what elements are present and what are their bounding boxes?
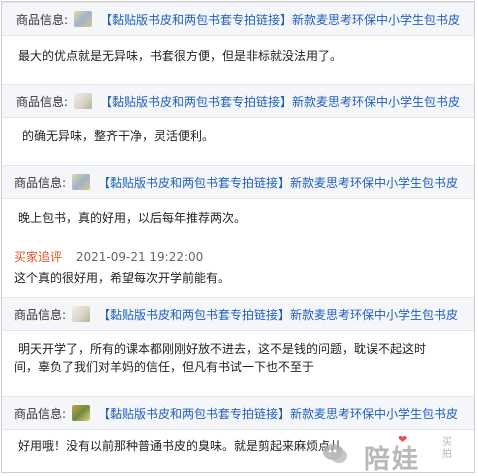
product-info-label: 商品信息: bbox=[14, 406, 67, 421]
followup-header: 买家追评 2021-09-21 19:22:00 bbox=[14, 248, 203, 265]
chat-bubble-icon bbox=[323, 444, 347, 463]
product-thumbnail-image[interactable] bbox=[74, 93, 93, 109]
product-info-bar: 商品信息: 【黏贴版书皮和两包书套专拍链接】新款麦思考环保中小学生包书皮 bbox=[2, 2, 474, 36]
review-text: 晚上包书，真的好用，以后每年推荐两次。 bbox=[18, 211, 247, 225]
product-link[interactable]: 【黏贴版书皮和两包书套专拍链接】新款麦思考环保中小学生包书皮 bbox=[100, 11, 460, 28]
product-info-label: 商品信息: bbox=[14, 307, 67, 322]
followup-text: 这个真的很好用，希望每次开学前能有。 bbox=[14, 271, 231, 285]
review-text: 最大的优点就是无异味，书套很方便，但是非标就没法用了。 bbox=[18, 49, 343, 63]
watermark-side-text: 买拍 bbox=[442, 437, 452, 460]
product-info-bar: 商品信息: 【黏贴版书皮和两包书套专拍链接】新款麦思考环保中小学生包书皮 bbox=[2, 396, 474, 430]
product-thumbnail-image[interactable] bbox=[72, 306, 91, 322]
watermark-brand: 陪娃 bbox=[364, 445, 421, 475]
product-link[interactable]: 【黏贴版书皮和两包书套专拍链接】新款麦思考环保中小学生包书皮 bbox=[98, 174, 458, 191]
watermark-logo: ❤ 陪娃 买拍 bbox=[314, 433, 474, 475]
product-link[interactable]: 【黏贴版书皮和两包书套专拍链接】新款麦思考环保中小学生包书皮 bbox=[98, 405, 458, 422]
product-info-bar: 商品信息: 【黏贴版书皮和两包书套专拍链接】新款麦思考环保中小学生包书皮 bbox=[2, 84, 474, 118]
product-thumbnail-image[interactable] bbox=[74, 11, 93, 27]
review-text-line-1: 明天开学了，所有的课本都刚刚好放不进去，这不是钱的问题，耽误不起这时 bbox=[18, 342, 427, 356]
product-info-label: 商品信息: bbox=[16, 12, 69, 27]
followup-label: 买家追评 bbox=[14, 250, 63, 264]
product-info-bar: 商品信息: 【黏贴版书皮和两包书套专拍链接】新款麦思考环保中小学生包书皮 bbox=[2, 165, 474, 199]
product-thumbnail-image[interactable] bbox=[72, 174, 91, 190]
product-info-bar: 商品信息: 【黏贴版书皮和两包书套专拍链接】新款麦思考环保中小学生包书皮 bbox=[2, 297, 474, 331]
review-text: 的确无异味，整齐干净，灵活便利。 bbox=[22, 129, 215, 143]
product-info-label: 商品信息: bbox=[14, 175, 67, 190]
review-text-line-2: 间，辜负了我们对羊妈的信任，但凡有书试一下也不至于 bbox=[14, 360, 315, 374]
product-thumbnail-image[interactable] bbox=[72, 405, 91, 421]
product-info-label: 商品信息: bbox=[16, 94, 69, 109]
product-link[interactable]: 【黏贴版书皮和两包书套专拍链接】新款麦思考环保中小学生包书皮 bbox=[98, 306, 458, 323]
review-text: 好用哦！没有以前那种普通书皮的臭味。就是剪起来麻烦点儿 bbox=[18, 439, 343, 453]
followup-timestamp: 2021-09-21 19:22:00 bbox=[75, 250, 204, 264]
product-link[interactable]: 【黏贴版书皮和两包书套专拍链接】新款麦思考环保中小学生包书皮 bbox=[100, 93, 460, 110]
reviews-panel: 商品信息: 【黏贴版书皮和两包书套专拍链接】新款麦思考环保中小学生包书皮 最大的… bbox=[1, 1, 475, 473]
